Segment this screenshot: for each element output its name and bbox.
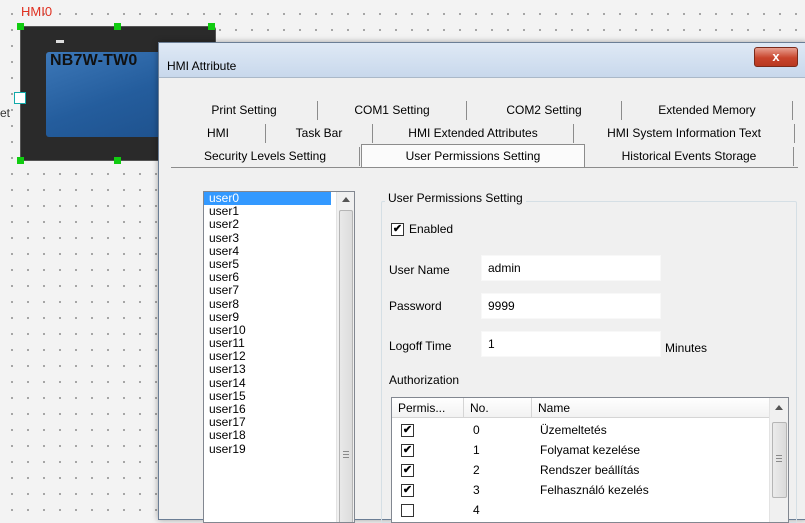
permission-name: Rendszer beállítás <box>540 463 640 477</box>
column-header-permission[interactable]: Permis... <box>392 398 464 418</box>
column-header-name[interactable]: Name <box>532 398 770 418</box>
scrollbar-thumb[interactable] <box>339 210 353 522</box>
authorization-table[interactable]: Permis... No. Name ✔ 0 Üzemeltetés ✔ 1 Folyam… <box>391 397 789 523</box>
side-label: et <box>0 106 11 120</box>
dialog-titlebar[interactable]: HMI Attribute x <box>159 43 805 78</box>
hmi-attribute-dialog: HMI Attribute x Print Setting COM1 Setti… <box>158 42 805 523</box>
tab-com2-setting[interactable]: COM2 Setting <box>467 101 622 120</box>
logoff-time-label: Logoff Time <box>389 339 452 353</box>
user-list-item[interactable]: user8 <box>204 297 331 311</box>
port-handle-icon[interactable] <box>14 92 26 104</box>
tab-user-permissions-setting[interactable]: User Permissions Setting <box>361 144 585 168</box>
table-row[interactable]: ✔ 0 Üzemeltetés <box>392 420 762 440</box>
user-list-item[interactable]: user3 <box>204 231 331 245</box>
scrollbar-thumb[interactable] <box>772 422 787 498</box>
dialog-title: HMI Attribute <box>167 59 237 73</box>
scroll-up-arrow-icon[interactable] <box>775 405 783 410</box>
close-button[interactable]: x <box>754 47 798 67</box>
password-label: Password <box>389 299 442 313</box>
selection-handle[interactable] <box>114 157 121 164</box>
password-field[interactable]: 9999 <box>481 293 661 319</box>
user-list-item[interactable]: user7 <box>204 284 331 297</box>
user-list-item[interactable]: user2 <box>204 218 331 231</box>
tab-extended-memory[interactable]: Extended Memory <box>622 101 793 120</box>
permission-number: 0 <box>473 423 480 437</box>
permission-name: Felhasználó kezelés <box>540 483 649 497</box>
scroll-up-arrow-icon[interactable] <box>342 197 350 202</box>
tab-hmi-extended-attributes[interactable]: HMI Extended Attributes <box>373 124 574 143</box>
permission-checkbox[interactable]: ✔ <box>401 464 414 477</box>
permission-number: 4 <box>473 503 480 517</box>
user-list-item[interactable]: user18 <box>204 429 331 442</box>
tab-panel-border <box>171 167 798 168</box>
table-row[interactable]: 4 <box>392 500 762 520</box>
logoff-time-field[interactable]: 1 <box>481 331 661 357</box>
selection-handle[interactable] <box>114 23 121 30</box>
user-list-item[interactable]: user13 <box>204 363 331 376</box>
permission-checkbox[interactable] <box>401 504 414 517</box>
table-row[interactable]: ✔ 2 Rendszer beállítás <box>392 460 762 480</box>
table-row[interactable]: ✔ 1 Folyamat kezelése <box>392 440 762 460</box>
permission-number: 2 <box>473 463 480 477</box>
authorization-table-scrollbar[interactable] <box>769 398 788 522</box>
logoff-unit-label: Minutes <box>665 341 708 355</box>
authorization-label: Authorization <box>389 373 460 387</box>
user-list-item[interactable]: user9 <box>204 310 331 324</box>
selection-handle[interactable] <box>17 23 24 30</box>
permission-number: 1 <box>473 443 480 457</box>
user-list-scrollbar[interactable] <box>336 192 354 522</box>
permission-number: 3 <box>473 483 480 497</box>
enabled-checkbox[interactable]: ✔ <box>391 223 404 236</box>
user-name-field[interactable]: admin <box>481 255 661 281</box>
user-list-item[interactable]: user19 <box>204 442 331 456</box>
permission-checkbox[interactable]: ✔ <box>401 424 414 437</box>
tab-historical-events-storage[interactable]: Historical Events Storage <box>585 147 794 166</box>
user-name-label: User Name <box>389 263 450 277</box>
tab-hmi[interactable]: HMI <box>171 124 266 143</box>
tab-com1-setting[interactable]: COM1 Setting <box>318 101 467 120</box>
permission-checkbox[interactable]: ✔ <box>401 484 414 497</box>
column-header-no[interactable]: No. <box>464 398 532 418</box>
hmi-object-label: HMI0 <box>21 4 53 19</box>
user-list[interactable]: user0 user1 user2 user3 user4 user5 user6 user7… <box>203 191 355 523</box>
user-list-item[interactable]: user14 <box>204 376 331 390</box>
device-bezel-mark <box>56 40 64 43</box>
selection-handle[interactable] <box>208 23 215 30</box>
tab-print-setting[interactable]: Print Setting <box>171 101 318 120</box>
permission-name: Folyamat kezelése <box>540 443 641 457</box>
table-row[interactable]: ✔ 3 Felhasználó kezelés <box>392 480 762 500</box>
tab-hmi-system-information-text[interactable]: HMI System Information Text <box>574 124 795 143</box>
user-list-item[interactable]: user4 <box>204 244 331 258</box>
permission-name: Üzemeltetés <box>540 423 607 437</box>
group-title: User Permissions Setting <box>385 191 526 205</box>
enabled-label: Enabled <box>409 222 454 236</box>
tab-task-bar[interactable]: Task Bar <box>266 124 373 143</box>
device-model-label: NB7W-TW0 <box>50 52 138 69</box>
selection-handle[interactable] <box>17 157 24 164</box>
tab-security-levels-setting[interactable]: Security Levels Setting <box>171 147 360 166</box>
permission-checkbox[interactable]: ✔ <box>401 444 414 457</box>
